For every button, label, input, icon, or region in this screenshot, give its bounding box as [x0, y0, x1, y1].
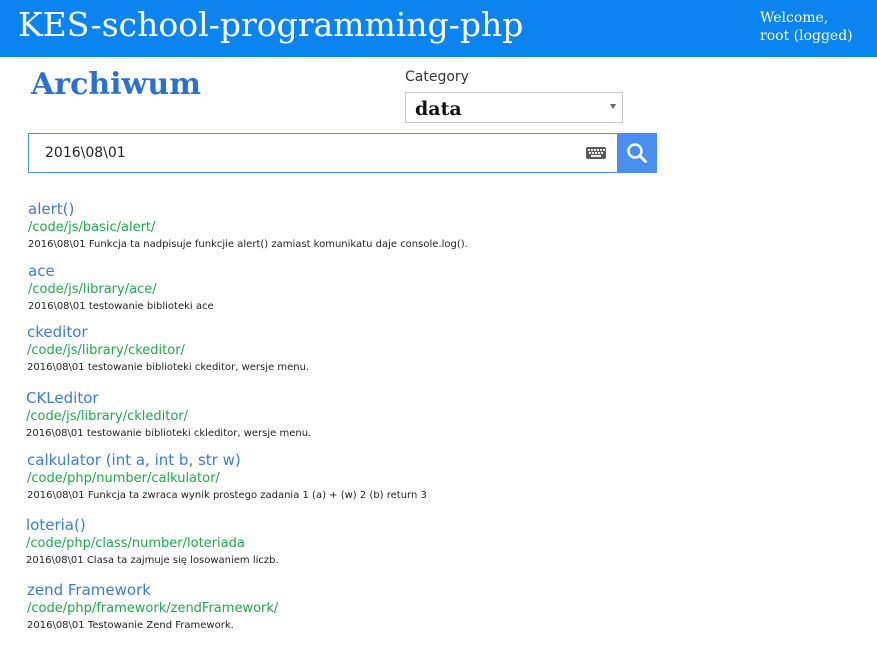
search-input[interactable]: [45, 142, 565, 164]
keyboard-icon[interactable]: [586, 147, 606, 159]
result-title-link[interactable]: calkulator (int a, int b, str w): [27, 450, 427, 470]
logged-user-text[interactable]: root (logged): [760, 27, 853, 45]
result-path-link[interactable]: /code/php/class/number/loteriada: [26, 535, 279, 553]
result-item: CKLeditor /code/js/library/ckleditor/ 20…: [26, 388, 311, 441]
result-item: zend Framework /code/php/framework/zendF…: [27, 580, 278, 633]
site-title[interactable]: KES-school-programming-php: [18, 4, 523, 46]
result-description: 2016\08\01 Clasa ta zajmuje się losowani…: [26, 555, 279, 566]
result-item: ace /code/js/library/ace/ 2016\08\01 tes…: [28, 261, 214, 314]
welcome-text: Welcome,: [760, 10, 829, 26]
result-description: 2016\08\01 Funkcja ta nadpisuje funkcjie…: [28, 239, 468, 250]
search-box: [28, 133, 618, 173]
result-path-link[interactable]: /code/js/library/ckleditor/: [26, 408, 311, 426]
search-button[interactable]: [617, 133, 657, 173]
chevron-down-icon: [610, 104, 616, 109]
category-selected-value: data: [415, 98, 462, 120]
result-description: 2016\08\01 Testowanie Zend Framework.: [27, 620, 234, 631]
result-description: 2016\08\01 testowanie biblioteki ckledit…: [26, 428, 312, 439]
result-title-link[interactable]: ace: [28, 261, 214, 281]
result-item: ckeditor /code/js/library/ckeditor/ 2016…: [27, 322, 309, 375]
result-title-link[interactable]: loteria(): [26, 515, 279, 535]
result-title-link[interactable]: alert(): [28, 199, 468, 219]
category-label: Category: [405, 69, 469, 85]
result-title-link[interactable]: zend Framework: [27, 580, 278, 600]
result-title-link[interactable]: CKLeditor: [26, 388, 311, 408]
result-item: loteria() /code/php/class/number/loteria…: [26, 515, 279, 568]
result-description: 2016\08\01 testowanie biblioteki ckedito…: [27, 362, 310, 373]
page-title: Archiwum: [31, 67, 201, 102]
result-path-link[interactable]: /code/js/library/ckeditor/: [27, 342, 309, 360]
user-status: Welcome, root (logged): [760, 9, 853, 45]
result-path-link[interactable]: /code/js/library/ace/: [28, 281, 214, 299]
category-select[interactable]: data: [405, 92, 623, 123]
result-title-link[interactable]: ckeditor: [27, 322, 309, 342]
result-path-link[interactable]: /code/php/number/calkulator/: [27, 470, 427, 488]
top-bar: KES-school-programming-php Welcome, root…: [0, 0, 877, 57]
result-item: calkulator (int a, int b, str w) /code/p…: [27, 450, 427, 503]
result-path-link[interactable]: /code/php/framework/zendFramework/: [27, 600, 278, 618]
result-path-link[interactable]: /code/js/basic/alert/: [28, 219, 468, 237]
result-description: 2016\08\01 testowanie biblioteki ace: [28, 301, 214, 312]
result-description: 2016\08\01 Funkcja ta zwraca wynik prost…: [27, 490, 427, 501]
result-item: alert() /code/js/basic/alert/ 2016\08\01…: [28, 199, 468, 252]
search-icon: [627, 143, 647, 163]
